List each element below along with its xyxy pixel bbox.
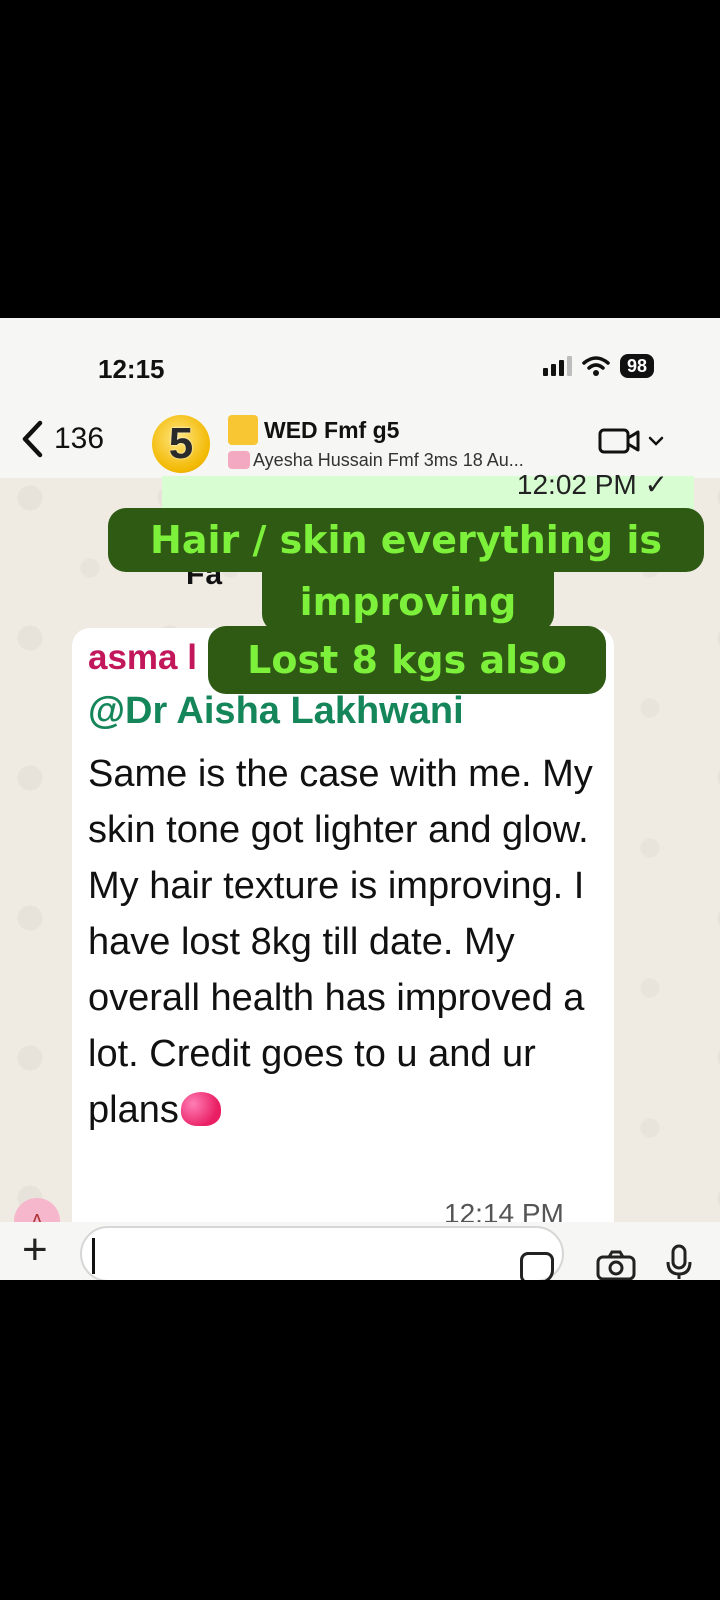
status-time: 12:15 [98,354,165,384]
group-title[interactable]: WED Fmf g5 [228,415,399,445]
group-name: WED Fmf g5 [264,416,400,443]
chevron-down-icon [648,436,664,446]
chevron-left-icon [22,420,43,458]
microphone-icon[interactable] [664,1244,694,1280]
group-avatar[interactable]: 5 [152,415,210,473]
input-bar: + [0,1222,720,1280]
caption-line-3: Lost 8 kgs also [208,626,606,694]
unread-count: 136 [54,422,105,455]
battery-icon: 98 [619,354,654,378]
message-text: Same is the case with me. My skin tone g… [88,753,593,1131]
video-call-button[interactable] [598,426,664,456]
back-button[interactable]: 136 [20,420,104,458]
caption-line-2: improving [262,572,554,632]
mention-link[interactable]: @Dr Aisha Lakhwani [88,690,464,733]
camera-icon[interactable] [596,1250,636,1280]
yellow-square-icon [228,415,258,445]
caption-line-1: Hair / skin everything is [108,508,704,572]
chat-header: 12:15 98 136 5 WED Fmf g5 Ayesha Hussain [0,318,720,478]
outgoing-message-time: 12:02 PM ✓ [516,469,668,500]
message-input[interactable] [80,1226,564,1280]
attach-plus-button[interactable]: + [22,1228,48,1272]
group-members-text: Ayesha Hussain Fmf 3ms 18 Au... [253,450,524,470]
signal-icon [542,356,572,376]
video-camera-icon [598,428,640,454]
sparkling-hearts-emoji-icon [180,1092,221,1126]
sender-name[interactable]: asma l [88,638,197,678]
people-emoji-icon [228,451,250,469]
wifi-icon [582,356,610,376]
sticker-icon[interactable] [520,1252,554,1280]
text-caret [92,1238,95,1274]
status-icons: 98 [542,354,654,378]
chat-screen: 12:15 98 136 5 WED Fmf g5 Ayesha Hussain [0,318,720,1280]
message-body: Same is the case with me. My skin tone g… [88,746,608,1138]
